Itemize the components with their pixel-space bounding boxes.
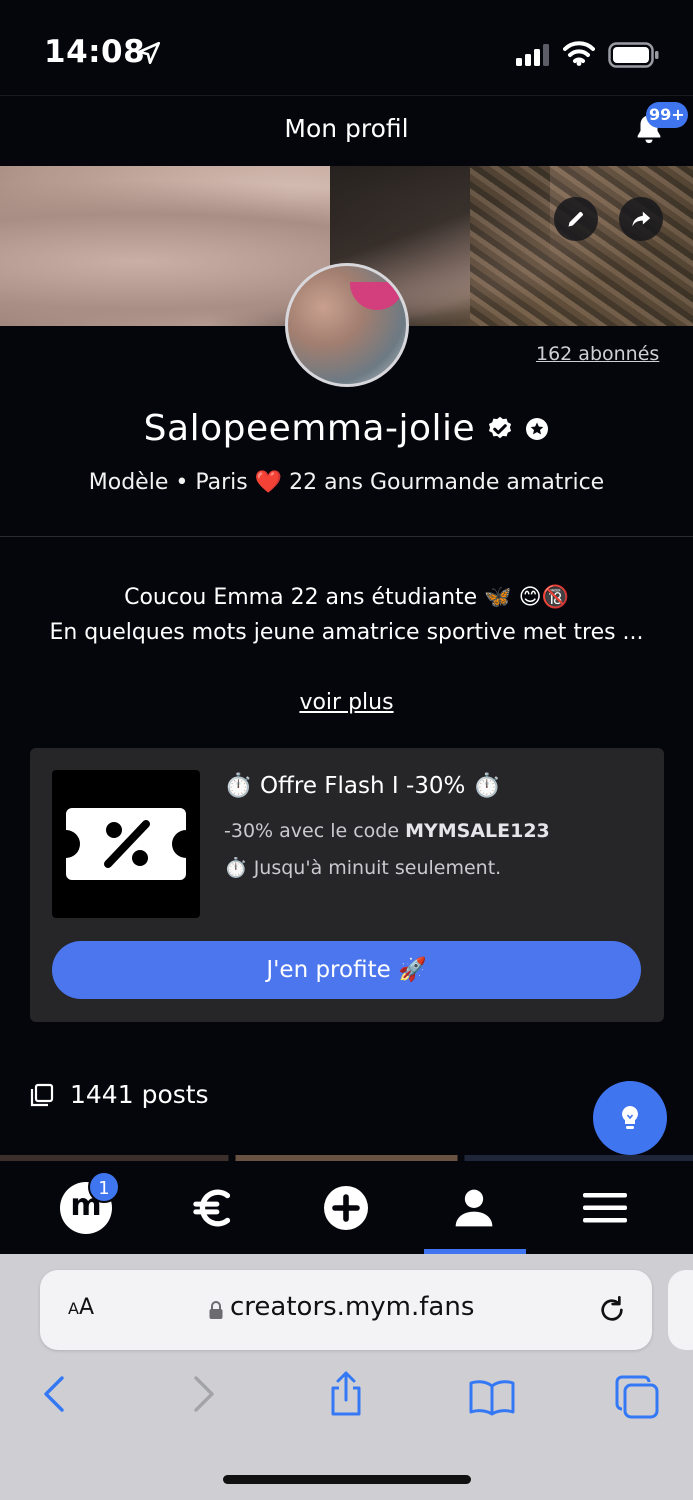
next-tab-preview[interactable]	[668, 1270, 693, 1350]
user-icon	[455, 1189, 493, 1226]
promo-code-line: -30% avec le code MYMSALE123	[224, 820, 550, 842]
promo-title: ⏱️ Offre Flash I -30% ⏱️	[224, 773, 502, 799]
back-icon[interactable]	[40, 1374, 68, 1414]
promo-thumbnail	[52, 770, 200, 918]
star-badge-icon	[526, 417, 549, 440]
promo-code-prefix: -30% avec le code	[224, 820, 406, 842]
pencil-icon	[568, 212, 583, 227]
home-indicator	[223, 1475, 471, 1484]
share-icon[interactable]	[326, 1370, 366, 1418]
status-time: 14:08	[44, 34, 146, 70]
verified-badge-icon	[489, 416, 512, 438]
notification-count-badge: 99+	[646, 102, 688, 128]
bio-line-2: En quelques mots jeune amatrice sportive…	[49, 620, 644, 645]
promo-deadline: ⏱️ Jusqu'à minuit seulement.	[224, 857, 502, 879]
tab-menu[interactable]	[569, 1161, 641, 1254]
tips-button[interactable]	[593, 1081, 667, 1155]
battery-icon	[608, 42, 659, 68]
wifi-icon	[563, 41, 595, 66]
promo-cta-button[interactable]: J'en profite 🚀	[52, 941, 641, 999]
promo-card: ⏱️ Offre Flash I -30% ⏱️ -30% avec le co…	[30, 748, 664, 1022]
bottom-tab-bar: m 1	[0, 1161, 693, 1254]
profile-tagline: Modèle • Paris ❤️ 22 ans Gourmande amatr…	[88, 470, 605, 495]
reload-icon[interactable]	[596, 1294, 628, 1326]
address-bar[interactable]: AA creators.mym.fans	[40, 1270, 652, 1350]
posts-count-label: 1441 posts	[70, 1080, 209, 1109]
see-more-link[interactable]: voir plus	[0, 690, 693, 715]
messages-badge: 1	[88, 1171, 120, 1203]
share-profile-button[interactable]	[619, 197, 663, 241]
bio-line-1: Coucou Emma 22 ans étudiante 🦋 😊🔞	[124, 585, 569, 610]
cellular-signal-icon	[516, 44, 549, 66]
reader-options-button[interactable]: AA	[68, 1295, 94, 1320]
profile-avatar[interactable]	[285, 263, 409, 387]
lock-icon	[209, 1301, 223, 1319]
hamburger-menu-icon	[583, 1192, 627, 1222]
lightbulb-icon	[622, 1106, 638, 1129]
tab-create[interactable]	[310, 1161, 382, 1254]
share-arrow-icon	[632, 211, 651, 227]
forward-icon[interactable]	[190, 1374, 218, 1414]
plus-circle-icon	[324, 1185, 368, 1230]
app-header: Mon profil	[0, 95, 693, 165]
discount-ticket-icon	[66, 808, 186, 880]
euro-icon	[193, 1189, 231, 1226]
promo-code: MYMSALE123	[405, 820, 550, 842]
page-title: Mon profil	[284, 114, 409, 143]
tab-earnings[interactable]	[178, 1161, 250, 1254]
url-text: creators.mym.fans	[230, 1292, 475, 1322]
profile-name: Salopeemma-jolie	[143, 408, 476, 449]
divider	[0, 536, 693, 537]
status-bar: 14:08	[0, 0, 693, 95]
posts-stack-icon	[30, 1083, 54, 1106]
edit-cover-button[interactable]	[554, 197, 598, 241]
followers-link[interactable]: 162 abonnés	[536, 343, 659, 365]
tabs-icon[interactable]	[614, 1374, 660, 1420]
posts-count: 1441 posts	[30, 1080, 209, 1109]
profile-name-row: Salopeemma-jolie	[0, 408, 693, 449]
tab-profile[interactable]	[438, 1161, 510, 1254]
bookmarks-icon[interactable]	[468, 1378, 516, 1416]
location-arrow-icon	[137, 41, 161, 65]
